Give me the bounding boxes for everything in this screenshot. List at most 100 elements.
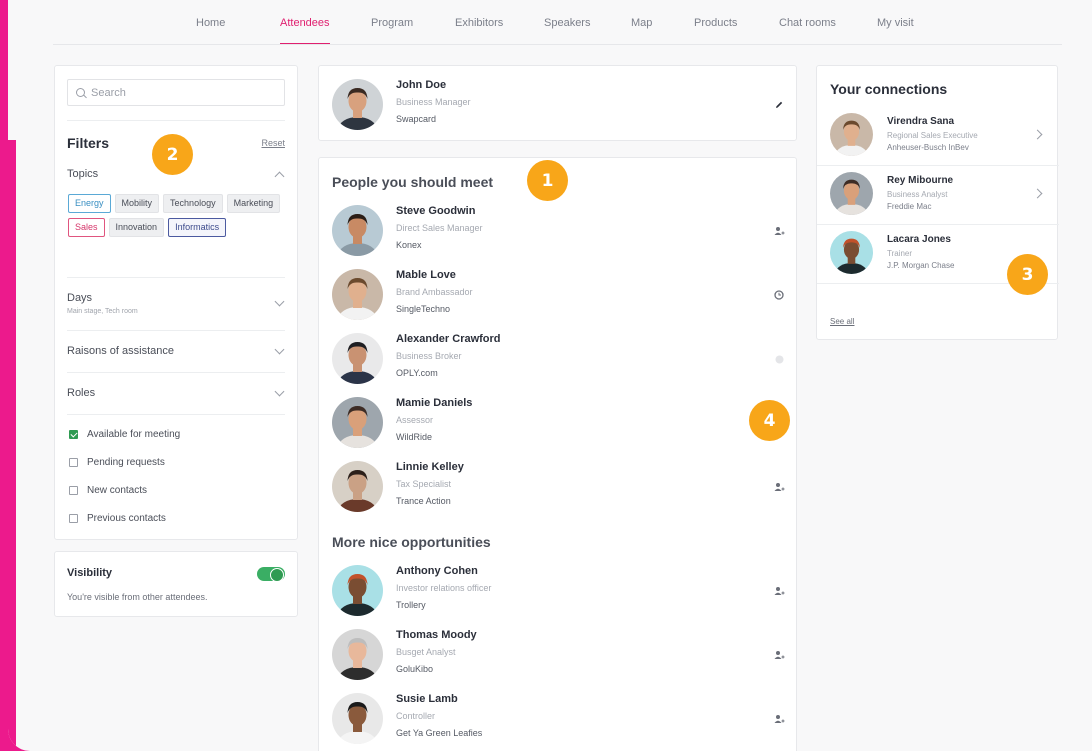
person-row[interactable]: Mable Love Brand Ambassador SingleTechno xyxy=(332,269,787,325)
avatar xyxy=(332,269,383,320)
checkbox[interactable] xyxy=(69,430,78,439)
top-navigation: Home Attendees Program Exhibitors Speakers Ma… xyxy=(8,0,1092,46)
nav-item-chat-rooms[interactable]: Chat rooms xyxy=(779,17,836,29)
callout-badge-2: 2 xyxy=(152,134,193,175)
days-subtitle: Main stage, Tech room xyxy=(67,308,138,315)
person-name[interactable]: Steve Goodwin xyxy=(396,205,475,217)
nav-item-my-visit[interactable]: My visit xyxy=(877,17,914,29)
person-role: Investor relations officer xyxy=(396,583,492,593)
connection-company: Anheuser-Busch InBev xyxy=(887,143,969,152)
divider xyxy=(67,120,285,121)
checkbox[interactable] xyxy=(69,458,78,467)
person-company: GoluKibo xyxy=(396,664,434,674)
raisons-label[interactable]: Raisons of assistance xyxy=(67,345,174,357)
search-input[interactable] xyxy=(91,86,271,99)
search-box[interactable] xyxy=(67,79,285,106)
person-add-icon[interactable] xyxy=(771,223,787,239)
person-company: Trance Action xyxy=(396,496,451,506)
nav-item-program[interactable]: Program xyxy=(371,17,413,29)
person-add-icon[interactable] xyxy=(771,479,787,495)
person-add-icon[interactable] xyxy=(771,711,787,727)
clock-icon[interactable] xyxy=(771,287,787,303)
checkbox[interactable] xyxy=(69,486,78,495)
nav-item-products[interactable]: Products xyxy=(694,17,737,29)
chevron-up-icon[interactable] xyxy=(274,171,285,182)
checkbox-row[interactable]: Available for meeting xyxy=(69,429,180,440)
nav-item-home[interactable]: Home xyxy=(196,17,225,29)
days-label[interactable]: Days xyxy=(67,292,92,304)
connection-item[interactable]: Virendra Sana Regional Sales Executive Anh… xyxy=(817,106,1059,166)
connection-name: Lacara Jones xyxy=(887,234,951,245)
topic-tag[interactable]: Informatics xyxy=(168,218,227,237)
person-name[interactable]: Alexander Crawford xyxy=(396,333,501,345)
person-name[interactable]: Mamie Daniels xyxy=(396,397,472,409)
person-name[interactable]: Thomas Moody xyxy=(396,629,477,641)
chevron-down-icon[interactable] xyxy=(274,296,285,307)
reset-link[interactable]: Reset xyxy=(261,138,285,148)
person-name[interactable]: Anthony Cohen xyxy=(396,565,478,577)
avatar xyxy=(332,461,383,512)
person-name[interactable]: Susie Lamb xyxy=(396,693,458,705)
nav-item-attendees[interactable]: Attendees xyxy=(280,17,330,45)
topic-tags: Energy Mobility Technology Marketing Sales In… xyxy=(68,194,288,237)
topic-tag[interactable]: Mobility xyxy=(114,194,160,213)
checkbox-label: Previous contacts xyxy=(87,513,166,524)
chevron-right-icon[interactable] xyxy=(1032,129,1043,140)
person-row[interactable]: Mamie Daniels Assessor WildRide xyxy=(332,397,787,453)
avatar xyxy=(332,205,383,256)
dot-icon[interactable] xyxy=(771,351,787,367)
person-role: Controller xyxy=(396,711,436,721)
visibility-panel: Visibility You're visible from other att… xyxy=(54,551,298,617)
connection-name: Rey Mibourne xyxy=(887,175,954,186)
nav-item-map[interactable]: Map xyxy=(631,17,652,29)
avatar xyxy=(830,172,873,215)
person-row[interactable]: Anthony Cohen Investor relations officer T… xyxy=(332,565,787,621)
chevron-right-icon[interactable] xyxy=(1032,188,1043,199)
topic-tag[interactable]: Technology xyxy=(163,194,223,213)
connection-name: Virendra Sana xyxy=(887,116,955,127)
person-row[interactable]: Thomas Moody Busget Analyst GoluKibo xyxy=(332,629,787,685)
callout-badge-4: 4 xyxy=(749,400,790,441)
checkbox-row[interactable]: Pending requests xyxy=(69,457,165,468)
edit-icon[interactable] xyxy=(771,97,787,113)
person-role: Tax Specialist xyxy=(396,479,452,489)
avatar xyxy=(332,629,383,680)
checkbox-row[interactable]: Previous contacts xyxy=(69,513,166,524)
chevron-down-icon[interactable] xyxy=(274,344,285,355)
person-row[interactable]: Steve Goodwin Direct Sales Manager Konex xyxy=(332,205,787,261)
person-row[interactable]: Susie Lamb Controller Get Ya Green Leafies xyxy=(332,693,787,749)
nav-divider xyxy=(53,44,1062,45)
see-all-link[interactable]: See all xyxy=(830,317,854,326)
person-role: Brand Ambassador xyxy=(396,287,473,297)
avatar xyxy=(830,231,873,274)
person-row[interactable]: Alexander Crawford Business Broker OPLY.co… xyxy=(332,333,787,389)
my-profile: John Doe Business Manager Swapcard xyxy=(332,79,787,135)
person-name[interactable]: Linnie Kelley xyxy=(396,461,464,473)
callout-badge-1: 1 xyxy=(527,160,568,201)
person-company: Get Ya Green Leafies xyxy=(396,728,483,738)
avatar xyxy=(332,79,383,130)
topic-tag[interactable]: Innovation xyxy=(108,218,165,237)
person-name[interactable]: Mable Love xyxy=(396,269,456,281)
people-panel: People you should meet Steve Goodwin Dire… xyxy=(318,157,797,751)
checkbox[interactable] xyxy=(69,514,78,523)
visibility-title: Visibility xyxy=(67,567,113,579)
topic-tag[interactable]: Sales xyxy=(68,218,105,237)
person-role: Busget Analyst xyxy=(396,647,456,657)
roles-label[interactable]: Roles xyxy=(67,387,95,399)
nav-item-speakers[interactable]: Speakers xyxy=(544,17,590,29)
visibility-toggle[interactable] xyxy=(257,567,285,582)
person-add-icon[interactable] xyxy=(771,647,787,663)
connection-item[interactable]: Rey Mibourne Business Analyst Freddie Mac xyxy=(817,165,1059,225)
topic-tag[interactable]: Marketing xyxy=(226,194,281,213)
divider xyxy=(67,277,285,278)
person-add-icon[interactable] xyxy=(771,583,787,599)
chevron-down-icon[interactable] xyxy=(274,386,285,397)
connection-role: Business Analyst xyxy=(887,190,948,199)
topic-tag[interactable]: Energy xyxy=(68,194,111,213)
section-title-opportunities: More nice opportunities xyxy=(332,534,491,550)
person-row[interactable]: Linnie Kelley Tax Specialist Trance Action xyxy=(332,461,787,517)
nav-item-exhibitors[interactable]: Exhibitors xyxy=(455,17,503,29)
checkbox-row[interactable]: New contacts xyxy=(69,485,147,496)
checkbox-label: Available for meeting xyxy=(87,429,181,440)
